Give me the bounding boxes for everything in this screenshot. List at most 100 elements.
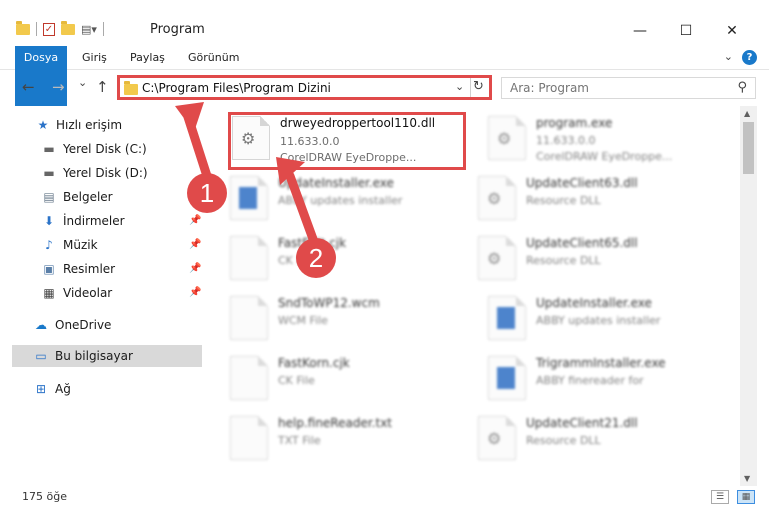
pin-icon[interactable]: 📌 [189, 234, 201, 256]
file-item[interactable]: FastEdit.cjk CK File [212, 230, 452, 290]
file-name: UpdateInstaller.exe [536, 296, 652, 310]
file-item[interactable]: ⚙ program.exe 11.633.0.0 CorelDRAW EyeDr… [470, 110, 710, 170]
back-button[interactable]: ← [22, 78, 35, 96]
drive-icon: ▬ [43, 142, 55, 156]
navigation-pane: ★ Hızlı erişim ▬ Yerel Disk (C:) ▬ Yerel… [0, 112, 204, 492]
title-bar: ✓ ▤▾ Program — ☐ ✕ [0, 0, 769, 44]
file-item[interactable]: SndToWP12.wcm WCM File [212, 290, 452, 350]
file-description: CorelDRAW EyeDroppe... [280, 151, 417, 164]
file-item[interactable]: TrigrammInstaller.exe ABBY finereader fo… [470, 350, 710, 410]
address-path[interactable]: C:\Program Files\Program Dizini [142, 81, 331, 95]
minimize-button[interactable]: — [617, 18, 663, 44]
file-item[interactable]: ⚙ UpdateClient21.dll Resource DLL [460, 410, 700, 470]
dll-file-icon: ⚙ [232, 116, 270, 160]
navigation-bar: ← → ⌄ ↑ C:\Program Files\Program Dizini … [0, 72, 769, 104]
gear-icon: ⚙ [487, 249, 502, 268]
gear-icon: ⚙ [487, 429, 502, 448]
help-icon[interactable]: ? [742, 50, 757, 65]
pin-icon[interactable]: 📌 [189, 210, 201, 232]
file-item[interactable]: ⚙ UpdateClient65.dll Resource DLL [460, 230, 700, 290]
item-count: 175 öğe [22, 490, 67, 503]
forward-button[interactable]: → [52, 78, 65, 96]
file-name: FastEdit.cjk [278, 236, 347, 250]
file-type: ABBY updates installer [536, 314, 661, 327]
file-item[interactable]: ⚙ UpdateClient63.dll Resource DLL [460, 170, 700, 230]
up-button[interactable]: ↑ [96, 78, 109, 96]
new-folder-icon[interactable] [61, 20, 75, 35]
divider [36, 22, 37, 36]
tiles-view-icon[interactable]: ▦ [737, 490, 755, 504]
details-view-icon[interactable]: ☰ [711, 490, 729, 504]
chevron-down-icon[interactable]: ⌄ [455, 80, 464, 93]
tab-view[interactable]: Görünüm [178, 46, 249, 70]
computer-icon: ▭ [35, 349, 47, 363]
sidebar-item-videos[interactable]: ▦ Videolar 📌 [0, 282, 204, 304]
sidebar-item-label: Videolar [63, 286, 113, 300]
file-list: ⚙ drweyedroppertool110.dll 11.633.0.0 Co… [212, 106, 740, 486]
gear-icon: ⚙ [487, 189, 502, 208]
maximize-button[interactable]: ☐ [663, 18, 709, 44]
sidebar-item-network[interactable]: ⊞ Ağ [0, 378, 204, 400]
tab-home[interactable]: Giriş [72, 46, 117, 70]
chevron-down-icon[interactable]: ⌄ [724, 50, 733, 63]
tab-share[interactable]: Paylaş [120, 46, 175, 70]
pictures-icon: ▣ [43, 262, 55, 276]
sidebar-item-label: OneDrive [55, 318, 112, 332]
pin-icon[interactable]: 📌 [189, 258, 201, 280]
close-button[interactable]: ✕ [709, 18, 755, 44]
file-version: 11.633.0.0 [536, 134, 596, 147]
refresh-icon[interactable]: ↻ [473, 79, 484, 94]
file-item[interactable]: UpdateInstaller.exe ABBY updates install… [212, 170, 452, 230]
file-name: drweyedroppertool110.dll [280, 116, 436, 130]
dll-file-icon: ⚙ [478, 416, 516, 460]
file-item[interactable]: FastKorn.cjk CK File [212, 350, 452, 410]
generic-file-icon [230, 356, 268, 400]
sidebar-item-pictures[interactable]: ▣ Resimler 📌 [0, 258, 204, 280]
vertical-scrollbar[interactable]: ▲ ▼ [740, 106, 757, 486]
sidebar-item-music[interactable]: ♪ Müzik 📌 [0, 234, 204, 256]
quick-access-toolbar: ✓ ▤▾ [16, 20, 104, 36]
sidebar-item-this-pc[interactable]: ▭ Bu bilgisayar [12, 345, 202, 367]
sidebar-item-label: Yerel Disk (C:) [63, 142, 147, 156]
exe-file-icon: ⚙ [488, 116, 526, 160]
recent-locations-button[interactable]: ⌄ [78, 76, 87, 89]
window-title: Program [150, 22, 205, 37]
sidebar-item-label: Müzik [63, 238, 98, 252]
address-bar[interactable]: C:\Program Files\Program Dizini ⌄ ↻ [117, 75, 492, 100]
search-box[interactable]: ⚲ [501, 77, 756, 99]
drive-icon: ▬ [43, 166, 55, 180]
file-name: program.exe [536, 116, 613, 130]
exe-file-icon [488, 296, 526, 340]
dll-file-icon: ⚙ [478, 176, 516, 220]
customize-toolbar-icon[interactable]: ▤▾ [81, 23, 97, 36]
sidebar-item-label: Ağ [55, 382, 71, 396]
sidebar-item-label: Belgeler [63, 190, 113, 204]
documents-icon: ▤ [43, 190, 55, 204]
file-item-highlighted[interactable]: ⚙ drweyedroppertool110.dll 11.633.0.0 Co… [228, 112, 466, 170]
sidebar-item-label: Resimler [63, 262, 116, 276]
file-version: 11.633.0.0 [280, 135, 340, 148]
video-icon: ▦ [43, 286, 55, 300]
sidebar-item-quick-access[interactable]: ★ Hızlı erişim [0, 114, 204, 136]
generic-file-icon [230, 416, 268, 460]
folder-icon[interactable] [16, 20, 30, 35]
sidebar-item-documents[interactable]: ▤ Belgeler [0, 186, 204, 208]
sidebar-item-onedrive[interactable]: ☁ OneDrive [0, 314, 204, 336]
scrollbar-thumb[interactable] [743, 122, 754, 174]
pin-icon[interactable]: 📌 [189, 282, 201, 304]
sidebar-item-downloads[interactable]: ⬇ İndirmeler 📌 [0, 210, 204, 232]
dll-file-icon: ⚙ [478, 236, 516, 280]
file-type: TXT File [278, 434, 321, 447]
sidebar-item-local-disk-d[interactable]: ▬ Yerel Disk (D:) [0, 162, 204, 184]
network-icon: ⊞ [35, 382, 47, 396]
scroll-up-icon[interactable]: ▲ [744, 109, 750, 118]
sidebar-item-local-disk-c[interactable]: ▬ Yerel Disk (C:) [0, 138, 204, 160]
file-item[interactable]: help.fineReader.txt TXT File [212, 410, 452, 470]
ribbon-tabs: Dosya Giriş Paylaş Görünüm ⌄ ? [0, 46, 769, 106]
properties-icon[interactable]: ✓ [43, 22, 55, 36]
file-type: WCM File [278, 314, 328, 327]
file-item[interactable]: UpdateInstaller.exe ABBY updates install… [470, 290, 710, 350]
scroll-down-icon[interactable]: ▼ [744, 474, 750, 483]
search-icon[interactable]: ⚲ [737, 80, 747, 95]
search-input[interactable] [502, 78, 722, 98]
